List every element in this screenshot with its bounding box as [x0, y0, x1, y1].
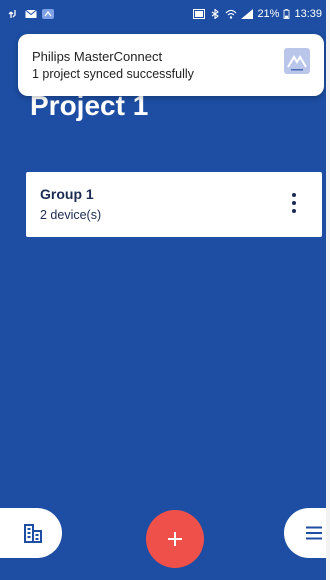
sync-notification[interactable]: Philips MasterConnect 1 project synced s… — [18, 34, 324, 96]
cast-icon — [193, 9, 206, 19]
battery-percent: 21% — [257, 8, 280, 20]
wifi-icon — [226, 9, 237, 19]
signal-icon — [241, 9, 254, 19]
battery-icon — [284, 9, 290, 19]
menu-button[interactable] — [284, 508, 326, 558]
usb-icon — [8, 10, 16, 18]
plus-icon — [168, 532, 182, 546]
status-left-icons — [8, 9, 54, 19]
mail-icon — [25, 9, 37, 18]
masterconnect-app-icon — [284, 48, 310, 74]
status-right-icons: 21% 13:39 — [193, 8, 322, 20]
notification-message: 1 project synced successfully — [32, 67, 194, 81]
group-device-count: 2 device(s) — [40, 208, 102, 222]
app-notification-icon — [42, 9, 54, 19]
status-bar: 21% 13:39 — [0, 0, 326, 30]
bluetooth-icon — [212, 9, 220, 19]
screen-margin — [326, 0, 330, 580]
buildings-icon — [24, 524, 42, 543]
status-time: 13:39 — [294, 8, 322, 20]
menu-icon — [306, 526, 322, 540]
more-options-icon[interactable] — [290, 193, 298, 213]
projects-button[interactable] — [0, 508, 62, 558]
app-screen: 21% 13:39 Project 1 Philips MasterConnec… — [0, 0, 326, 580]
add-button[interactable] — [146, 510, 204, 568]
group-name: Group 1 — [40, 186, 94, 202]
group-card[interactable]: Group 1 2 device(s) — [26, 172, 322, 237]
notification-app-name: Philips MasterConnect — [32, 49, 163, 64]
